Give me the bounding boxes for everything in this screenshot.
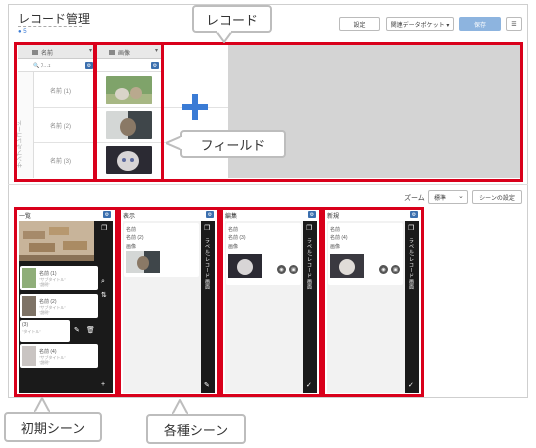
field-value: 名前 (3) [228, 235, 246, 241]
field-highlight-box [94, 42, 164, 182]
field-label: 名前 [228, 227, 239, 233]
cat-photo-thumbnail [228, 254, 262, 278]
gear-icon[interactable]: ⚙ [206, 211, 214, 218]
field-value: 名前 (2) [126, 235, 144, 241]
title-underline [18, 26, 82, 27]
record-count-badge: ● 5 [18, 29, 27, 35]
list-item-name: (3) [22, 322, 29, 328]
callout-scenes: 各種シーン [146, 414, 246, 444]
gear-icon[interactable]: ⚙ [308, 211, 316, 218]
settings-button[interactable]: 設定 [339, 17, 380, 31]
callout-pointer [166, 136, 182, 150]
list-item-note: "説明" [39, 360, 50, 365]
list-item-name: 名前 (1) [39, 271, 57, 277]
zoom-label: ズーム [404, 195, 425, 202]
gear-icon[interactable]: ⚙ [410, 211, 418, 218]
copy-icon[interactable]: ❐ [204, 224, 210, 232]
page-title: レコード管理 [18, 12, 91, 26]
scene-side-label: ラベル/レコード画面 [306, 238, 312, 290]
list-item-subtitle: "タイトル" [22, 329, 41, 334]
scene-title: 表示 [123, 214, 136, 220]
gear-icon[interactable]: ⚙ [103, 211, 111, 218]
save-button[interactable]: 保存 [459, 17, 501, 31]
scene-title: 一覧 [19, 214, 32, 220]
section-divider [8, 184, 528, 185]
cat-photo-thumbnail [22, 346, 36, 366]
list-item-name: 名前 (4) [39, 349, 57, 355]
callout-field: フィールド [180, 130, 286, 158]
scene-settings-button[interactable]: シーンの設定 [472, 190, 522, 204]
camera-icon[interactable]: ◉ [379, 265, 388, 274]
copy-icon[interactable]: ❐ [306, 224, 312, 232]
menu-icon[interactable]: ☰ [506, 17, 522, 31]
cat-photo-thumbnail [22, 268, 36, 288]
add-icon[interactable]: + [101, 381, 105, 388]
image-icon[interactable]: ▣ [289, 265, 298, 274]
scene-side-label: ラベル/レコード画面 [408, 238, 414, 290]
trash-icon[interactable]: 🗑 [86, 326, 95, 334]
field-label: 画像 [228, 244, 239, 250]
hero-image [19, 221, 94, 261]
list-item-note: "説明" [39, 282, 50, 287]
search-icon[interactable]: ⌕ [101, 278, 105, 286]
chevron-down-icon[interactable]: ⌄ [458, 192, 464, 200]
field-highlight-box [14, 42, 96, 182]
cat-photo-thumbnail [126, 251, 160, 273]
sort-icon[interactable]: ⇅ [101, 291, 107, 299]
checkmark-icon[interactable]: ✓ [306, 381, 312, 389]
scene-side-label: ラベル/レコード画面 [204, 238, 210, 290]
field-label: 画像 [330, 244, 341, 250]
scene-title: 編集 [225, 214, 238, 220]
copy-icon[interactable]: ❐ [408, 224, 414, 232]
list-item-name: 名前 (2) [39, 299, 57, 305]
field-label: 名前 [330, 227, 341, 233]
cat-photo-thumbnail [330, 254, 364, 278]
checkmark-icon[interactable]: ✓ [408, 381, 414, 389]
field-value: 名前 (4) [330, 235, 348, 241]
callout-pointer [216, 31, 232, 43]
callout-initial-scene: 初期シーン [4, 412, 102, 442]
callout-record: レコード [192, 5, 272, 33]
cat-photo-thumbnail [22, 296, 36, 316]
camera-icon[interactable]: ◉ [277, 265, 286, 274]
field-label: 画像 [126, 244, 137, 250]
dataset-dropdown-button[interactable]: 関連データポケット ▾ [386, 17, 454, 31]
edit-icon[interactable]: ✎ [74, 326, 80, 334]
scene-title: 新規 [327, 214, 340, 220]
image-icon[interactable]: ▣ [391, 265, 400, 274]
edit-icon[interactable]: ✎ [204, 381, 210, 389]
copy-icon[interactable]: ❐ [101, 224, 107, 232]
list-item-note: "説明" [39, 310, 50, 315]
field-label: 名前 [126, 227, 137, 233]
